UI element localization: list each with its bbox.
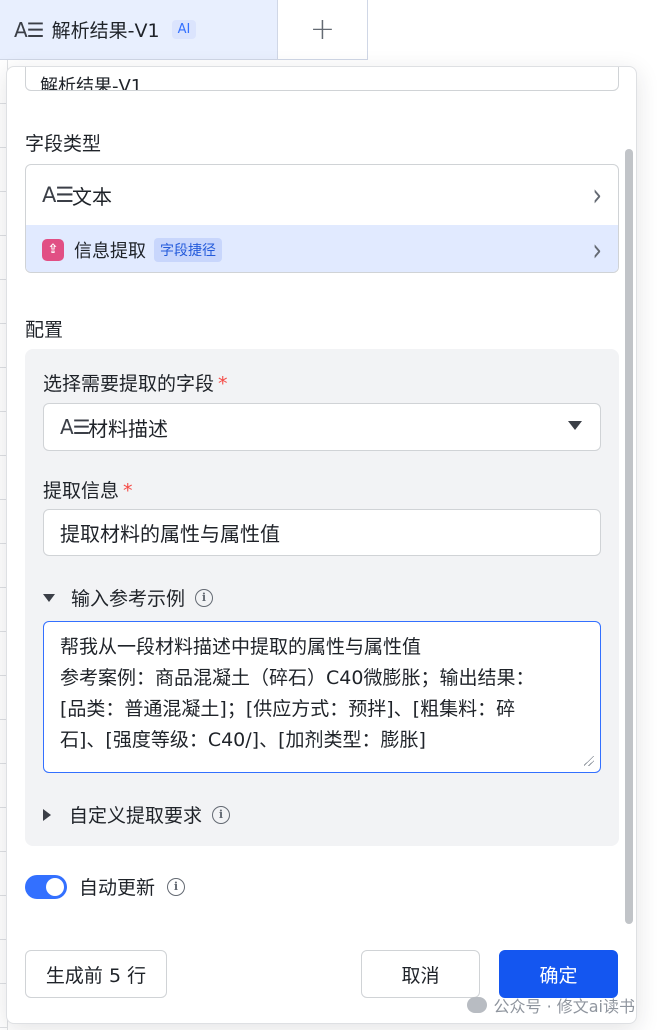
ai-badge: AI [171, 20, 197, 39]
custom-requirements-toggle[interactable]: 自定义提取要求 i [43, 801, 231, 828]
field-type-extract[interactable]: ⇪ 信息提取 字段捷径 › [26, 225, 618, 272]
wechat-icon [467, 997, 488, 1013]
generate-preview-button[interactable]: 生成前 5 行 [25, 950, 167, 998]
extract-icon: ⇪ [42, 238, 64, 261]
caret-down-icon [568, 421, 582, 430]
panel-scrollbar[interactable] [625, 149, 633, 924]
column-header[interactable]: A☰ 解析结果-V1 AI [0, 0, 278, 60]
text-type-icon: A☰ [14, 17, 45, 42]
field-config-panel: 解析结果-V1 字段类型 A☰ 文本 › ⇪ 信息提取 字段捷径 › 配置 选择… [6, 66, 637, 1024]
caret-right-icon [43, 808, 51, 821]
resize-handle-icon[interactable] [584, 756, 594, 766]
select-field-label: 选择需要提取的字段 * [43, 373, 228, 395]
source-field-select[interactable]: A☰ 材料描述 [43, 403, 601, 451]
extract-info-label: 提取信息 * [43, 480, 133, 502]
chevron-right-icon: › [592, 231, 602, 268]
auto-update-switch[interactable] [25, 874, 67, 899]
watermark: 公众号 · 修文ai读书 [467, 993, 635, 1017]
cancel-button[interactable]: 取消 [361, 950, 480, 998]
required-marker: * [123, 480, 133, 502]
field-name-input[interactable]: 解析结果-V1 [25, 67, 619, 91]
field-type-text[interactable]: A☰ 文本 › [26, 165, 618, 225]
text-type-icon: A☰ [60, 415, 91, 439]
add-column-button[interactable]: + [278, 0, 368, 60]
reference-example-toggle[interactable]: 输入参考示例 i [43, 584, 214, 611]
required-marker: * [218, 373, 228, 395]
field-type-label: 字段类型 [25, 133, 102, 155]
info-icon[interactable]: i [212, 805, 231, 824]
extract-info-input[interactable]: 提取材料的属性与属性值 [43, 509, 601, 556]
auto-update-row: 自动更新 i [25, 873, 186, 900]
caret-down-icon [43, 593, 55, 602]
config-label: 配置 [25, 319, 64, 341]
text-type-icon: A☰ [42, 183, 74, 207]
column-title: 解析结果-V1 [51, 20, 160, 42]
field-type-list: A☰ 文本 › ⇪ 信息提取 字段捷径 › [25, 164, 619, 273]
config-section: 选择需要提取的字段 * A☰ 材料描述 提取信息 * 提取材料的属性与属性值 输入参… [25, 349, 619, 846]
shortcut-badge: 字段捷径 [154, 237, 222, 262]
info-icon[interactable]: i [195, 588, 214, 607]
chevron-right-icon: › [592, 176, 602, 214]
reference-example-textarea[interactable]: 帮我从一段材料描述中提取的属性与属性值 参考案例：商品混凝土（碎石）C40微膨胀… [43, 621, 601, 773]
plus-icon: + [309, 12, 336, 47]
info-icon[interactable]: i [167, 877, 186, 896]
confirm-button[interactable]: 确定 [499, 950, 618, 998]
